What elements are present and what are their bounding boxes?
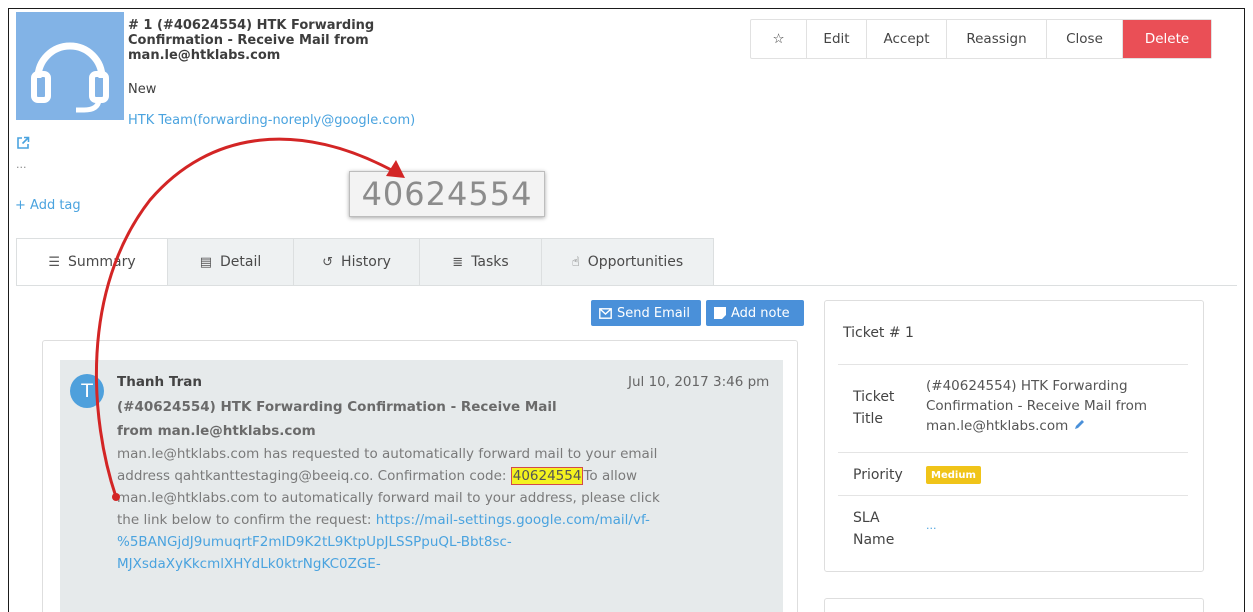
- panel-divider: [838, 495, 1188, 496]
- tab-opportunities[interactable]: ☝ Opportunities: [542, 238, 714, 286]
- close-button[interactable]: Close: [1047, 20, 1123, 58]
- sla-label: SLA Name: [853, 510, 895, 548]
- sla-value[interactable]: ...: [926, 519, 937, 532]
- panel-divider: [838, 364, 1188, 365]
- secondary-panel: [824, 598, 1204, 612]
- accept-button[interactable]: Accept: [867, 20, 947, 58]
- tab-history[interactable]: ↺ History: [294, 238, 420, 286]
- ticket-avatar: [16, 12, 124, 120]
- panel-title: Ticket # 1: [843, 325, 914, 341]
- add-note-button[interactable]: Add note: [706, 300, 804, 326]
- ticket-title: # 1 (#40624554) HTK Forwarding Confirmat…: [128, 18, 375, 63]
- sender-avatar: T: [70, 374, 104, 408]
- requester-link[interactable]: HTK Team(forwarding-noreply@google.com): [128, 113, 415, 128]
- message-date: Jul 10, 2017 3:46 pm: [628, 374, 770, 390]
- tab-tasks-label: Tasks: [471, 254, 509, 270]
- hand-icon: ☝: [571, 254, 580, 270]
- add-note-label: Add note: [731, 305, 790, 321]
- ticket-actions: ☆ Edit Accept Reassign Close Delete: [750, 19, 1212, 59]
- add-tag-link[interactable]: + Add tag: [15, 198, 81, 213]
- ticket-status: New: [128, 82, 157, 97]
- tab-summary[interactable]: ☰ Summary: [16, 238, 168, 286]
- confirmation-code-callout: 40624554: [349, 171, 545, 217]
- tab-content-divider: [16, 285, 1237, 286]
- delete-button[interactable]: Delete: [1123, 20, 1211, 58]
- pencil-icon[interactable]: [1073, 418, 1086, 431]
- more-ellipsis[interactable]: ...: [16, 158, 27, 171]
- send-email-button[interactable]: Send Email: [591, 300, 701, 326]
- tab-summary-label: Summary: [68, 254, 136, 270]
- send-email-label: Send Email: [617, 305, 690, 321]
- confirmation-code-highlight: 40624554: [510, 467, 584, 485]
- document-icon: ▤: [199, 254, 213, 270]
- priority-badge: Medium: [926, 466, 981, 484]
- star-button[interactable]: ☆: [751, 20, 807, 58]
- ticket-title-label: Ticket Title: [853, 389, 895, 427]
- priority-label: Priority: [853, 467, 903, 483]
- tab-opportunities-label: Opportunities: [587, 254, 684, 270]
- external-link-icon[interactable]: [16, 136, 30, 150]
- tab-tasks[interactable]: ≣ Tasks: [420, 238, 542, 286]
- message-actions: Send Email Add note: [591, 300, 804, 326]
- panel-divider: [838, 452, 1188, 453]
- tab-detail-label: Detail: [220, 254, 262, 270]
- message-sender: Thanh Tran: [117, 374, 202, 390]
- list-icon: ☰: [48, 254, 60, 270]
- envelope-icon: [599, 307, 612, 319]
- note-icon: [714, 307, 726, 319]
- ticket-title-value: (#40624554) HTK Forwarding Confirmation …: [926, 376, 1176, 436]
- history-icon: ↺: [322, 254, 334, 270]
- star-icon: ☆: [772, 31, 785, 47]
- reassign-button[interactable]: Reassign: [947, 20, 1047, 58]
- ticket-tabs: ☰ Summary ▤ Detail ↺ History ≣ Tasks ☝ O…: [16, 238, 714, 286]
- headset-icon: [31, 42, 109, 113]
- message-text: man.le@htklabs.com has requested to auto…: [117, 443, 677, 575]
- message-subject: (#40624554) HTK Forwarding Confirmation …: [117, 399, 557, 439]
- edit-button[interactable]: Edit: [807, 20, 867, 58]
- tab-history-label: History: [341, 254, 391, 270]
- tasks-icon: ≣: [452, 254, 464, 270]
- ticket-title-value-text: (#40624554) HTK Forwarding Confirmation …: [926, 378, 1148, 434]
- tab-detail[interactable]: ▤ Detail: [168, 238, 294, 286]
